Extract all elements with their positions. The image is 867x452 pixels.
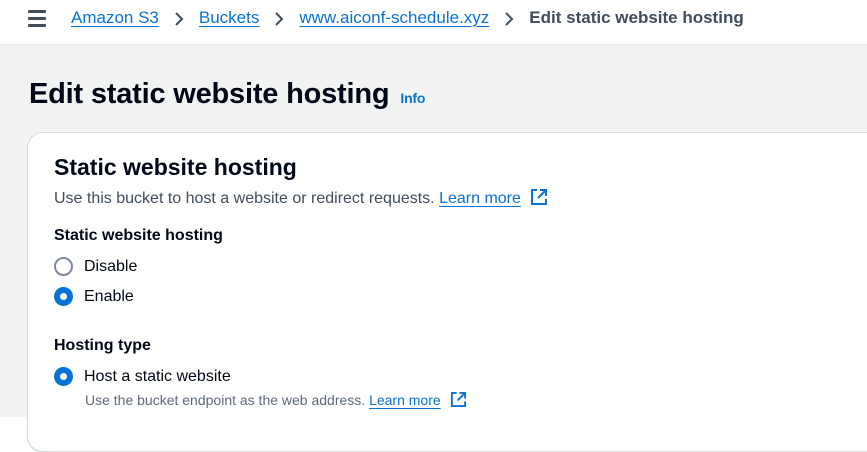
radio-enable[interactable]: Enable [54, 287, 134, 306]
breadcrumb-bucket-name[interactable]: www.aiconf-schedule.xyz [299, 8, 489, 28]
radio-disable-label: Disable [84, 257, 138, 275]
main-content: Edit static website hosting Info Static … [0, 45, 867, 452]
chevron-right-icon [259, 8, 299, 28]
info-link[interactable]: Info [400, 90, 425, 106]
external-link-icon[interactable] [530, 188, 548, 211]
menu-icon[interactable] [28, 10, 48, 27]
static-hosting-panel: Static website hosting Use this bucket t… [27, 132, 867, 452]
breadcrumb: Amazon S3 Buckets www.aiconf-schedule.xy… [71, 6, 744, 30]
breadcrumb-current: Edit static website hosting [529, 8, 744, 27]
radio-host-static-label: Host a static website [84, 367, 231, 385]
radio-disable[interactable]: Disable [54, 257, 137, 276]
page-title-block: Edit static website hosting Info [29, 78, 425, 111]
radio-host-static-website[interactable]: Host a static website [54, 367, 231, 386]
learn-more-link[interactable]: Learn more [439, 190, 521, 207]
radio-enable-control[interactable] [54, 287, 73, 306]
external-link-icon[interactable] [450, 391, 467, 411]
panel-description: Use this bucket to host a website or red… [54, 188, 548, 211]
page-title: Edit static website hosting [29, 78, 390, 110]
hosting-type-label: Hosting type [54, 337, 151, 354]
radio-host-static-control[interactable] [54, 367, 73, 386]
chevron-right-icon [159, 8, 199, 28]
breadcrumb-amazon-s3[interactable]: Amazon S3 [71, 8, 159, 28]
radio-host-static-description: Use the bucket endpoint as the web addre… [85, 391, 467, 411]
breadcrumb-buckets[interactable]: Buckets [199, 8, 259, 28]
panel-description-text: Use this bucket to host a website or red… [54, 190, 435, 207]
radio-enable-label: Enable [84, 287, 134, 305]
static-hosting-label: Static website hosting [54, 227, 223, 244]
chevron-right-icon [489, 8, 529, 28]
learn-more-link-hosting[interactable]: Learn more [369, 392, 441, 408]
radio-disable-control[interactable] [54, 257, 73, 276]
panel-title: Static website hosting [54, 154, 297, 180]
host-static-description-text: Use the bucket endpoint as the web addre… [85, 392, 366, 408]
top-navigation-bar: Amazon S3 Buckets www.aiconf-schedule.xy… [0, 0, 867, 45]
